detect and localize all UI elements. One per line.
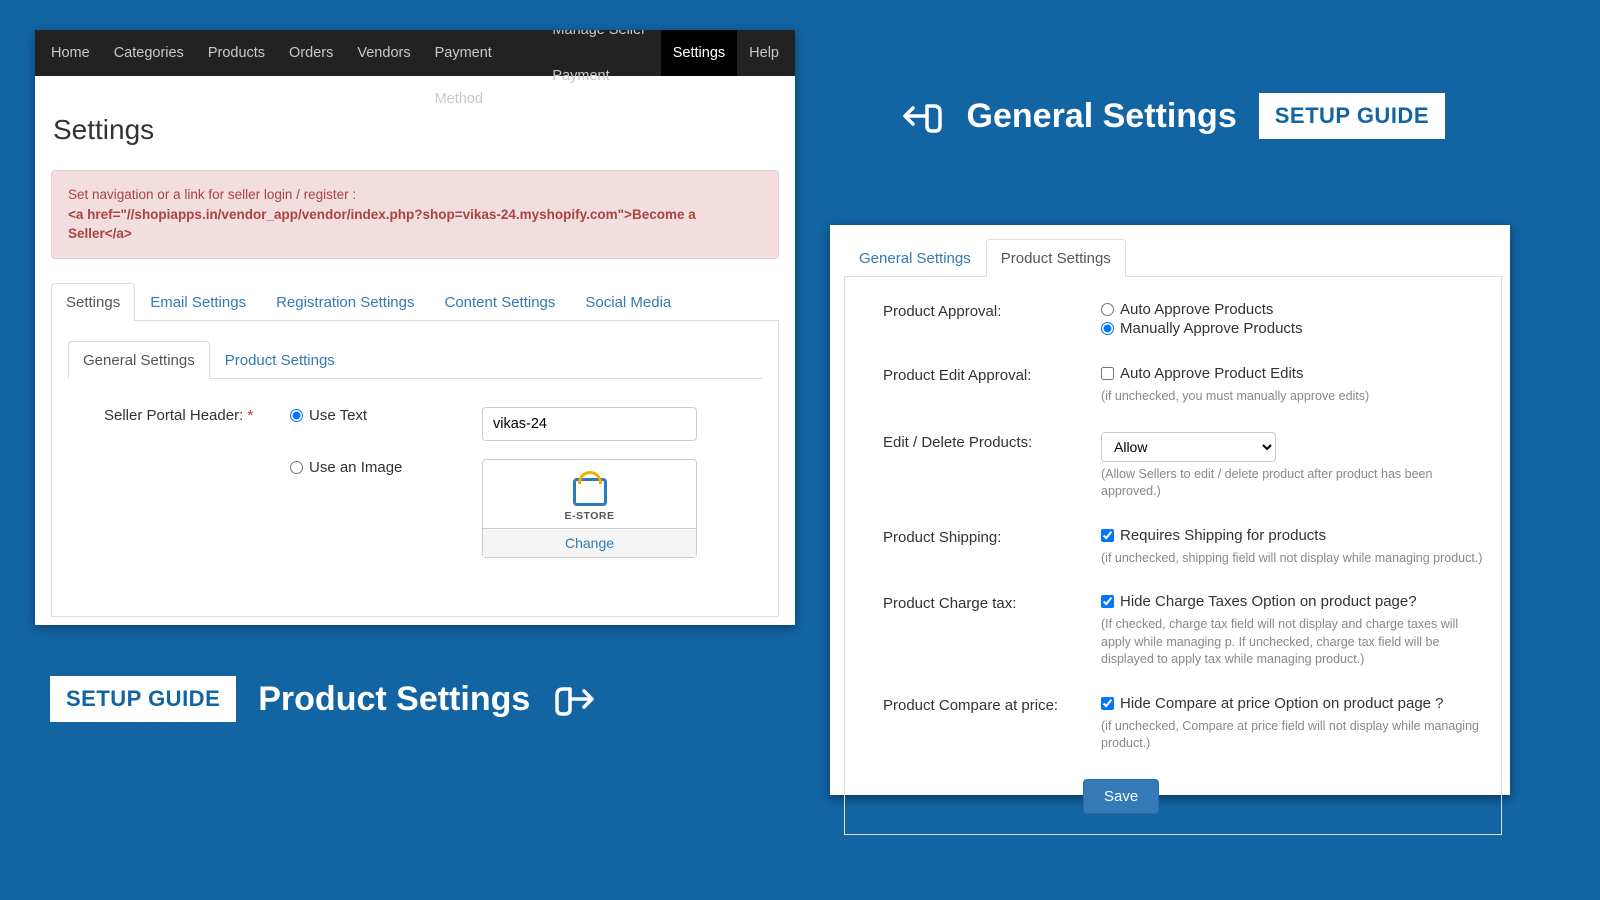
radio-use-image-input[interactable] — [290, 461, 303, 474]
label-edit-delete: Edit / Delete Products: — [883, 432, 1083, 501]
callout-general-title: General Settings — [967, 99, 1237, 133]
select-edit-delete[interactable]: Allow — [1101, 432, 1276, 462]
radio-manual-approve-input[interactable] — [1101, 322, 1114, 335]
alert-line1: Set navigation or a link for seller logi… — [68, 185, 762, 205]
label-product-edit-approval: Product Edit Approval: — [883, 365, 1083, 406]
checkbox-auto-approve-edits-label: Auto Approve Product Edits — [1120, 365, 1303, 382]
radio-use-text-input[interactable] — [290, 409, 303, 422]
estore-logo-caption: E-STORE — [565, 510, 615, 522]
alert-snippet: <a href="//shopiapps.in/vendor_app/vendo… — [68, 207, 696, 242]
radio-auto-approve-label: Auto Approve Products — [1120, 301, 1273, 318]
tabs-outer: Settings Email Settings Registration Set… — [51, 283, 779, 321]
seller-portal-header-input[interactable] — [482, 407, 697, 441]
change-image-button[interactable]: Change — [483, 528, 696, 557]
estore-logo: E-STORE — [483, 460, 696, 528]
checkbox-requires-shipping[interactable]: Requires Shipping for products — [1101, 527, 1326, 544]
hint-shipping: (if unchecked, shipping field will not d… — [1101, 550, 1491, 568]
hint-edit-delete: (Allow Sellers to edit / delete product … — [1101, 466, 1491, 501]
nav-categories[interactable]: Categories — [102, 30, 196, 76]
page-title: Settings — [53, 114, 779, 146]
required-asterisk: * — [247, 407, 253, 424]
tab-general-settings[interactable]: General Settings — [68, 341, 210, 379]
label-compare-price: Product Compare at price: — [883, 695, 1083, 753]
nav-settings[interactable]: Settings — [661, 30, 737, 76]
checkbox-hide-charge-taxes[interactable]: Hide Charge Taxes Option on product page… — [1101, 593, 1417, 610]
hint-compare-price: (if unchecked, Compare at price field wi… — [1101, 718, 1491, 753]
point-left-icon — [897, 92, 945, 140]
tab-email-settings[interactable]: Email Settings — [135, 283, 261, 321]
checkbox-auto-approve-edits[interactable]: Auto Approve Product Edits — [1101, 365, 1303, 382]
header-image-preview: E-STORE Change — [482, 459, 697, 558]
top-nav: Home Categories Products Orders Vendors … — [35, 30, 795, 76]
label-charge-tax: Product Charge tax: — [883, 593, 1083, 669]
rtab-product-settings[interactable]: Product Settings — [986, 239, 1126, 277]
radio-auto-approve-input[interactable] — [1101, 303, 1114, 316]
checkbox-hide-compare-price[interactable]: Hide Compare at price Option on product … — [1101, 695, 1444, 712]
checkbox-requires-shipping-input[interactable] — [1101, 529, 1114, 542]
callout-general-settings: General Settings SETUP GUIDE — [897, 92, 1445, 140]
nav-home[interactable]: Home — [39, 30, 102, 76]
label-seller-portal-header: Seller Portal Header: * — [68, 407, 278, 424]
tab-registration-settings[interactable]: Registration Settings — [261, 283, 429, 321]
estore-logo-icon — [573, 478, 607, 506]
tabs-inner-left: General Settings Product Settings — [68, 341, 762, 379]
checkbox-requires-shipping-label: Requires Shipping for products — [1120, 527, 1326, 544]
checkbox-hide-charge-taxes-input[interactable] — [1101, 595, 1114, 608]
checkbox-hide-charge-taxes-label: Hide Charge Taxes Option on product page… — [1120, 593, 1417, 610]
radio-manual-approve-label: Manually Approve Products — [1120, 320, 1303, 337]
nav-help[interactable]: Help — [737, 30, 791, 76]
callout-product-title: Product Settings — [258, 682, 530, 716]
tab-settings[interactable]: Settings — [51, 283, 135, 321]
checkbox-hide-compare-price-input[interactable] — [1101, 697, 1114, 710]
tab-content-settings[interactable]: Content Settings — [429, 283, 570, 321]
radio-manual-approve[interactable]: Manually Approve Products — [1101, 320, 1303, 337]
badge-setup-guide-right: SETUP GUIDE — [1259, 93, 1445, 139]
label-product-approval: Product Approval: — [883, 301, 1083, 339]
checkbox-hide-compare-price-label: Hide Compare at price Option on product … — [1120, 695, 1444, 712]
hint-edit-approval: (if unchecked, you must manually approve… — [1101, 388, 1491, 406]
save-button[interactable]: Save — [1083, 779, 1159, 814]
radio-use-image[interactable]: Use an Image — [290, 459, 470, 476]
checkbox-auto-approve-edits-input[interactable] — [1101, 367, 1114, 380]
rtab-general-settings[interactable]: General Settings — [844, 239, 986, 277]
radio-use-image-label: Use an Image — [309, 459, 402, 476]
nav-seller-payment-method[interactable]: Seller Payment Method — [423, 30, 541, 122]
nav-vendors[interactable]: Vendors — [345, 30, 422, 76]
badge-setup-guide-left: SETUP GUIDE — [50, 676, 236, 722]
label-product-shipping: Product Shipping: — [883, 527, 1083, 568]
callout-product-settings: SETUP GUIDE Product Settings — [50, 675, 600, 723]
nav-manage-seller-payment[interactable]: Manage Seller Payment — [540, 30, 660, 99]
product-settings-window: General Settings Product Settings Produc… — [830, 225, 1510, 795]
radio-auto-approve[interactable]: Auto Approve Products — [1101, 301, 1273, 318]
tab-product-settings[interactable]: Product Settings — [210, 341, 350, 379]
tab-social-media[interactable]: Social Media — [570, 283, 686, 321]
alert-seller-link: Set navigation or a link for seller logi… — [51, 170, 779, 259]
label-seller-portal-header-text: Seller Portal Header: — [104, 407, 243, 424]
general-settings-window: Home Categories Products Orders Vendors … — [35, 30, 795, 625]
point-right-icon — [552, 675, 600, 723]
nav-products[interactable]: Products — [196, 30, 277, 76]
radio-use-text[interactable]: Use Text — [290, 407, 470, 424]
hint-charge-tax: (If checked, charge tax field will not d… — [1101, 616, 1491, 669]
tabs-inner-right: General Settings Product Settings — [844, 239, 1502, 277]
nav-orders[interactable]: Orders — [277, 30, 345, 76]
radio-use-text-label: Use Text — [309, 407, 367, 424]
